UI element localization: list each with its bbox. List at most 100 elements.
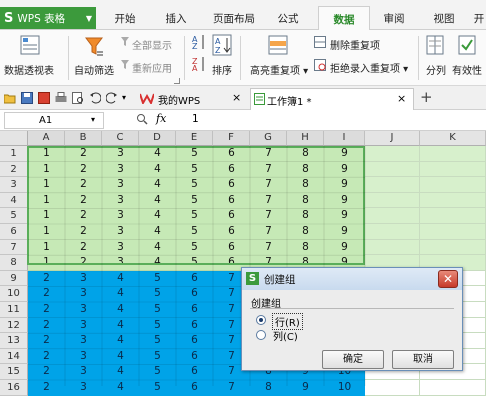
table-cell[interactable]: 2: [28, 380, 65, 396]
redo-icon[interactable]: [105, 92, 118, 104]
row-header[interactable]: 1: [0, 146, 28, 162]
row-header[interactable]: 8: [0, 255, 28, 271]
table-cell[interactable]: 2: [28, 302, 65, 318]
table-cell[interactable]: 5: [139, 349, 176, 365]
row-header[interactable]: 7: [0, 239, 28, 256]
tab-start[interactable]: 开始: [112, 11, 138, 27]
column-header[interactable]: K: [420, 131, 486, 146]
row-header[interactable]: 10: [0, 286, 28, 302]
close-tab-icon[interactable]: ×: [232, 91, 241, 104]
new-tab-icon[interactable]: +: [420, 88, 433, 106]
row-header[interactable]: 15: [0, 364, 28, 380]
tab-formula[interactable]: 公式: [274, 11, 302, 27]
table-cell[interactable]: 5: [139, 364, 176, 380]
ok-button[interactable]: 确定: [322, 350, 384, 369]
column-header[interactable]: G: [250, 131, 287, 146]
table-cell[interactable]: [365, 380, 420, 396]
radio-button-checked[interactable]: [256, 315, 266, 325]
output-pdf-icon[interactable]: [38, 92, 50, 104]
table-cell[interactable]: 3: [65, 286, 102, 302]
row-header[interactable]: 3: [0, 177, 28, 193]
name-box[interactable]: A1 ▾: [4, 112, 104, 129]
table-cell[interactable]: [420, 161, 486, 178]
reapply-button[interactable]: 重新应用: [132, 60, 172, 75]
sort-ascending-icon[interactable]: AZ: [192, 34, 206, 51]
table-cell[interactable]: 2: [28, 333, 65, 349]
table-cell[interactable]: [365, 177, 420, 193]
column-header[interactable]: J: [365, 131, 420, 146]
doc-tab-my-wps[interactable]: 我的WPS ×: [136, 88, 248, 109]
table-cell[interactable]: 6: [176, 302, 213, 318]
table-cell[interactable]: [365, 208, 420, 224]
table-cell[interactable]: [365, 224, 420, 240]
table-cell[interactable]: 9: [287, 380, 324, 396]
table-cell[interactable]: [420, 192, 486, 209]
table-cell[interactable]: 3: [65, 271, 102, 287]
sort-button[interactable]: 排序: [212, 62, 232, 77]
filter-options-launcher[interactable]: [174, 78, 180, 84]
table-cell[interactable]: 6: [176, 380, 213, 396]
tab-view[interactable]: 视图: [430, 11, 458, 27]
save-icon[interactable]: [21, 92, 33, 104]
autofilter-button[interactable]: 自动筛选: [74, 62, 114, 77]
radio-row-option[interactable]: 行(R): [256, 313, 316, 330]
table-cell[interactable]: 5: [139, 286, 176, 302]
table-cell[interactable]: 2: [28, 271, 65, 287]
row-header[interactable]: 12: [0, 317, 28, 334]
table-cell[interactable]: [420, 208, 486, 224]
dialog-titlebar[interactable]: S 创建组: [242, 268, 462, 290]
radio-column-option[interactable]: 列(C): [256, 328, 316, 343]
row-header[interactable]: 13: [0, 333, 28, 349]
data-validity-button[interactable]: 有效性: [452, 62, 482, 77]
table-cell[interactable]: 4: [102, 333, 139, 349]
select-all-corner[interactable]: [0, 131, 28, 146]
table-cell[interactable]: 6: [176, 271, 213, 287]
table-cell[interactable]: [420, 146, 486, 162]
table-cell[interactable]: 5: [139, 318, 176, 334]
column-header[interactable]: H: [287, 131, 324, 146]
search-icon[interactable]: [136, 113, 148, 125]
table-cell[interactable]: 4: [102, 349, 139, 365]
table-cell[interactable]: 6: [176, 286, 213, 302]
close-tab-icon[interactable]: ×: [397, 92, 406, 105]
table-cell[interactable]: 4: [102, 318, 139, 334]
column-header[interactable]: C: [102, 131, 139, 146]
table-cell[interactable]: 3: [65, 364, 102, 380]
table-cell[interactable]: 3: [65, 318, 102, 334]
table-cell[interactable]: 5: [139, 271, 176, 287]
table-cell[interactable]: [365, 146, 420, 162]
table-cell[interactable]: 2: [28, 349, 65, 365]
print-icon[interactable]: [55, 92, 67, 104]
table-cell[interactable]: 6: [176, 333, 213, 349]
tab-review[interactable]: 审阅: [380, 11, 408, 27]
radio-button-unchecked[interactable]: [256, 330, 266, 340]
highlight-duplicates-button[interactable]: 高亮重复项 ▾: [250, 62, 308, 77]
table-cell[interactable]: 6: [176, 364, 213, 380]
formula-input[interactable]: 1: [192, 113, 199, 125]
table-cell[interactable]: 4: [102, 380, 139, 396]
tab-more[interactable]: 开: [472, 11, 486, 27]
row-header[interactable]: 2: [0, 161, 28, 178]
table-cell[interactable]: [420, 239, 486, 256]
table-cell[interactable]: [365, 161, 420, 178]
table-cell[interactable]: 3: [65, 380, 102, 396]
table-cell[interactable]: 5: [139, 302, 176, 318]
row-header[interactable]: 11: [0, 302, 28, 318]
table-cell[interactable]: 5: [139, 333, 176, 349]
close-dialog-button[interactable]: ✕: [438, 270, 458, 288]
table-cell[interactable]: 4: [102, 271, 139, 287]
column-header[interactable]: B: [65, 131, 102, 146]
delete-duplicates-button[interactable]: 删除重复项: [330, 37, 380, 52]
table-cell[interactable]: 2: [28, 364, 65, 380]
text-to-columns-button[interactable]: 分列: [426, 62, 446, 77]
table-cell[interactable]: 3: [65, 302, 102, 318]
sort-descending-icon[interactable]: ZA: [192, 56, 206, 73]
column-header[interactable]: A: [28, 131, 65, 146]
print-preview-icon[interactable]: [72, 92, 84, 104]
column-header[interactable]: E: [176, 131, 213, 146]
column-header[interactable]: I: [324, 131, 365, 146]
row-header[interactable]: 5: [0, 208, 28, 224]
column-header[interactable]: D: [139, 131, 176, 146]
chevron-down-icon[interactable]: ▾: [91, 115, 95, 124]
table-cell[interactable]: 3: [65, 349, 102, 365]
